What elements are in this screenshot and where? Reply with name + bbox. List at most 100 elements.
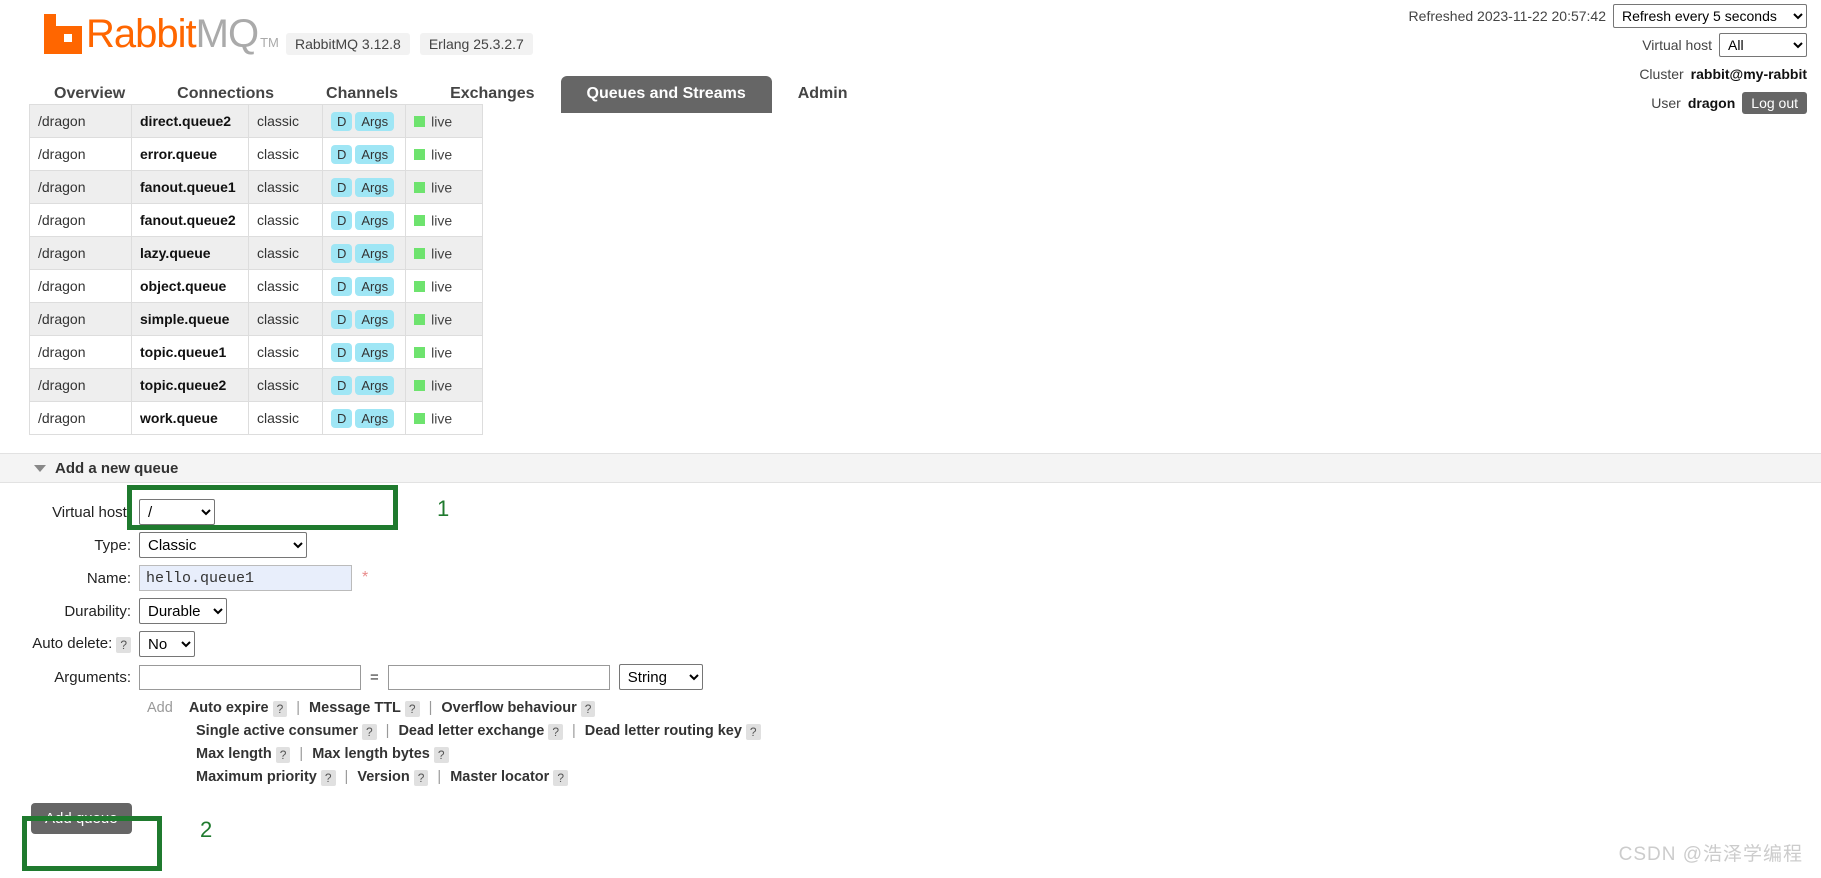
help-icon-overflow-behaviour[interactable]: ? (580, 700, 596, 717)
queue-name-input[interactable] (139, 565, 352, 591)
form-row-name: Name: * (0, 565, 1821, 591)
table-row[interactable]: /dragon fanout.queue1 classic D Args live (29, 170, 484, 204)
hint-separator: | (385, 723, 390, 739)
hint-line: Single active consumer? | Dead letter exch… (147, 720, 1821, 743)
tag-durable: D (331, 111, 353, 131)
cell-vhost: /dragon (29, 401, 132, 435)
help-icon-auto-delete[interactable]: ? (116, 636, 131, 653)
help-icon-maximum-priority[interactable]: ? (320, 769, 336, 786)
help-icon-dead-letter-exchange[interactable]: ? (548, 723, 564, 740)
tag-args: Args (355, 177, 395, 197)
logo-tm-text: TM (260, 35, 279, 50)
badge-erlang-version: Erlang 25.3.2.7 (419, 33, 533, 55)
form-type-select[interactable]: Classic (139, 532, 307, 558)
hint-link-auto-expire[interactable]: Auto expire (189, 697, 269, 720)
cell-state: live (405, 236, 484, 270)
form-row-arguments: Arguments: = String (0, 664, 1821, 690)
vhost-label: Virtual host (1642, 37, 1712, 53)
help-icon-message-ttl[interactable]: ? (404, 700, 420, 717)
help-icon-max-length-bytes[interactable]: ? (433, 746, 449, 763)
help-icon-master-locator[interactable]: ? (553, 769, 568, 786)
hint-link-message-ttl[interactable]: Message TTL (309, 697, 401, 720)
cell-queue-name[interactable]: topic.queue1 (131, 335, 249, 369)
cell-features: D Args (321, 236, 407, 270)
table-row[interactable]: /dragon fanout.queue2 classic D Args live (29, 203, 484, 237)
status-indicator-icon (414, 215, 426, 227)
cell-features: D Args (321, 401, 407, 435)
cell-vhost: /dragon (29, 335, 132, 369)
state-label: live (431, 146, 453, 163)
hint-link-version[interactable]: Version (357, 766, 409, 789)
cell-queue-type: classic (248, 335, 323, 369)
hint-link-dead-letter-exchange[interactable]: Dead letter exchange (398, 720, 544, 743)
form-durability-select[interactable]: Durable (139, 598, 227, 624)
vhost-select[interactable]: All (1719, 33, 1807, 57)
form-row-durability: Durability: Durable (0, 598, 1821, 624)
help-icon-auto-expire[interactable]: ? (272, 700, 288, 717)
tag-durable: D (331, 342, 353, 362)
cell-queue-name[interactable]: simple.queue (131, 302, 249, 336)
logo-wordmark: RabbitMQ (86, 12, 259, 56)
tag-durable: D (331, 408, 353, 428)
help-icon-single-active-consumer[interactable]: ? (361, 723, 377, 740)
hint-link-dead-letter-routing-key[interactable]: Dead letter routing key (585, 720, 742, 743)
argument-value-input[interactable] (387, 664, 610, 690)
add-queue-section-header[interactable]: Add a new queue (0, 453, 1821, 483)
hint-link-master-locator[interactable]: Master locator (450, 766, 549, 789)
argument-key-input[interactable] (139, 664, 361, 690)
table-row[interactable]: /dragon error.queue classic D Args live (29, 137, 484, 171)
hint-link-maximum-priority[interactable]: Maximum priority (196, 766, 317, 789)
tag-args: Args (355, 309, 395, 329)
hint-link-overflow-behaviour[interactable]: Overflow behaviour (441, 697, 576, 720)
hint-link-max-length[interactable]: Max length (196, 743, 272, 766)
tag-durable: D (331, 210, 353, 230)
help-icon-dead-letter-routing-key[interactable]: ? (745, 723, 761, 740)
add-argument-link[interactable]: Add (147, 697, 173, 720)
hint-link-max-length-bytes[interactable]: Max length bytes (312, 743, 430, 766)
cell-queue-name[interactable]: error.queue (131, 137, 249, 171)
add-queue-section-title: Add a new queue (55, 459, 179, 477)
state-label: live (431, 278, 453, 295)
status-indicator-icon (414, 413, 426, 425)
cell-queue-name[interactable]: direct.queue2 (131, 104, 249, 138)
help-icon-version[interactable]: ? (413, 769, 429, 786)
cell-queue-name[interactable]: object.queue (131, 269, 249, 303)
label-name: Name: (86, 569, 131, 587)
table-row[interactable]: /dragon simple.queue classic D Args live (29, 302, 484, 336)
argument-type-select[interactable]: String (618, 664, 703, 690)
cell-state: live (405, 137, 484, 171)
cell-queue-name[interactable]: fanout.queue1 (131, 170, 249, 204)
table-row[interactable]: /dragon lazy.queue classic D Args live (29, 236, 484, 270)
refresh-interval-select[interactable]: Refresh every 5 seconds (1613, 4, 1807, 28)
cell-queue-name[interactable]: topic.queue2 (131, 368, 249, 402)
hint-separator: | (299, 746, 304, 762)
add-queue-button[interactable]: Add queue (31, 803, 132, 834)
rabbitmq-logo[interactable]: RabbitMQ TM (44, 14, 279, 54)
table-row[interactable]: /dragon direct.queue2 classic D Args live (29, 104, 484, 138)
label-durability: Durability: (64, 602, 131, 620)
tag-args: Args (355, 111, 395, 131)
label-type: Type: (94, 536, 131, 554)
table-row[interactable]: /dragon work.queue classic D Args live (29, 401, 484, 435)
status-indicator-icon (414, 380, 426, 392)
help-icon-max-length[interactable]: ? (275, 746, 291, 763)
table-row[interactable]: /dragon topic.queue2 classic D Args live (29, 368, 484, 402)
table-row[interactable]: /dragon object.queue classic D Args live (29, 269, 484, 303)
form-auto-delete-select[interactable]: No (139, 631, 195, 657)
cell-queue-name[interactable]: lazy.queue (131, 236, 249, 270)
tag-args: Args (355, 276, 395, 296)
badge-rabbitmq-version: RabbitMQ 3.12.8 (286, 33, 410, 55)
form-row-virtual-host: Virtual host: / (0, 499, 1821, 525)
form-virtual-host-select[interactable]: / (139, 499, 215, 525)
hint-line: Max length? | Max length bytes? (147, 743, 1821, 766)
table-row[interactable]: /dragon topic.queue1 classic D Args live (29, 335, 484, 369)
cell-queue-name[interactable]: work.queue (131, 401, 249, 435)
queues-table: /dragon direct.queue2 classic D Args live/dra… (29, 104, 484, 435)
tag-args: Args (355, 243, 395, 263)
cell-state: live (405, 170, 484, 204)
cell-queue-name[interactable]: fanout.queue2 (131, 203, 249, 237)
refreshed-timestamp: Refreshed 2023-11-22 20:57:42 (1408, 8, 1606, 24)
hint-link-single-active-consumer[interactable]: Single active consumer (196, 720, 358, 743)
logo-rabbit-text: Rabbit (86, 12, 197, 56)
cell-features: D Args (321, 335, 407, 369)
